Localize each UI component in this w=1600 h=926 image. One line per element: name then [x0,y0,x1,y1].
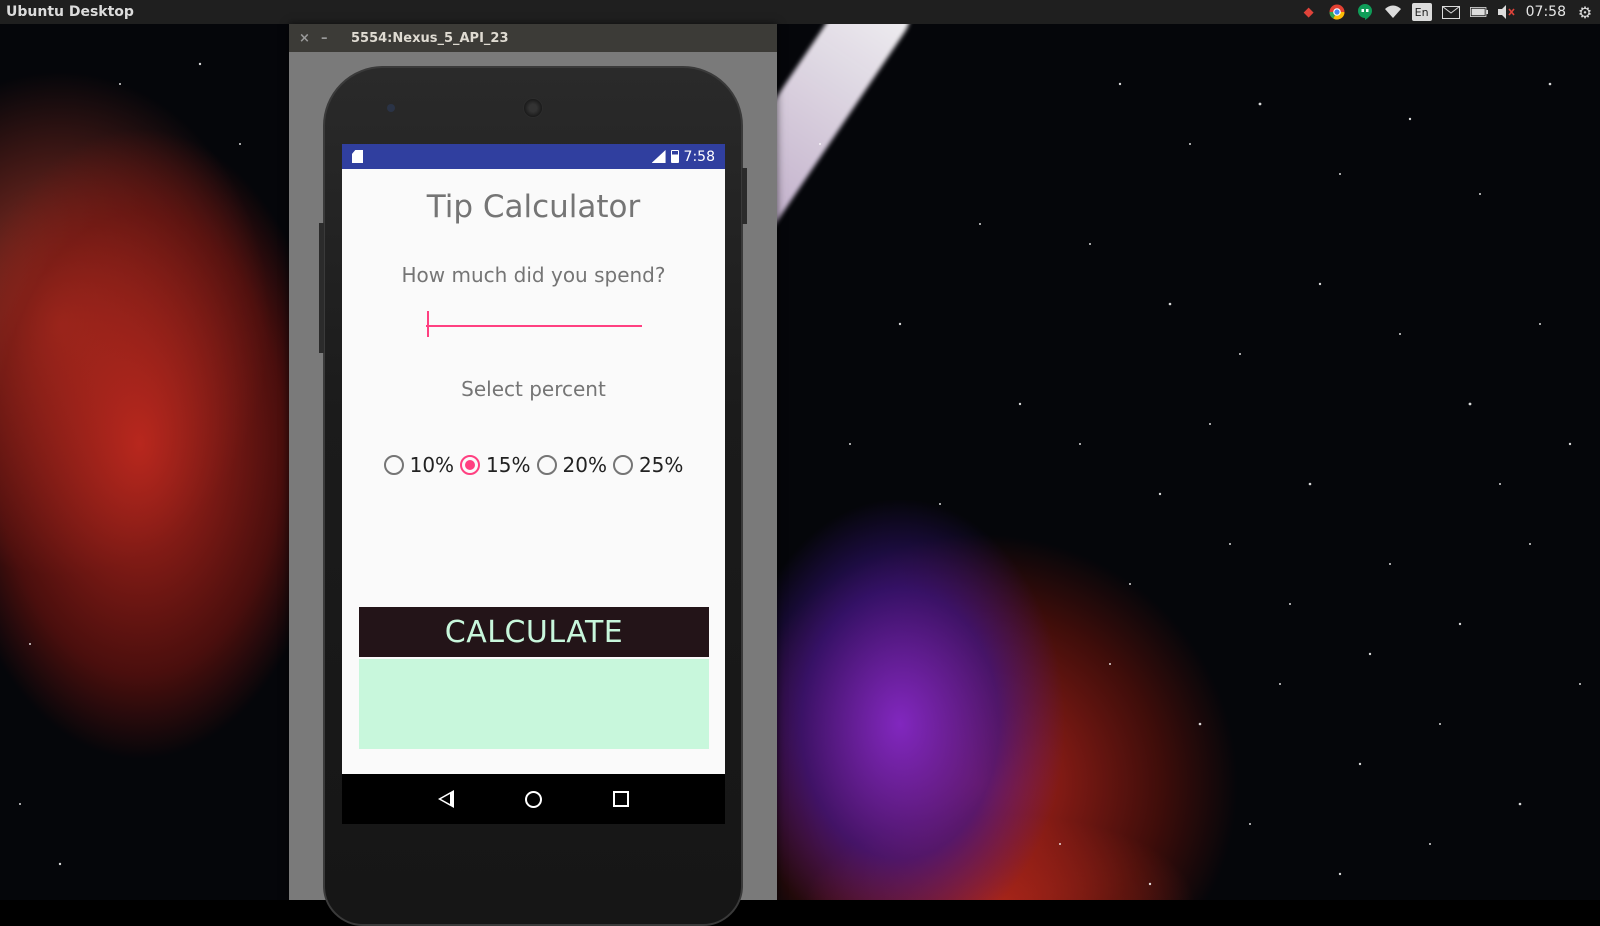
radio-button-selected[interactable] [460,455,481,475]
android-status-bar: 3G 7:58 [342,144,725,169]
radio-option-25[interactable]: 25% [612,453,684,477]
select-percent-label: Select percent [461,377,606,401]
radio-button[interactable] [383,455,404,475]
volume-button[interactable] [319,223,324,353]
phone-battery-icon [670,150,679,163]
amount-input[interactable] [425,297,642,327]
network-type-label: 3G [647,147,659,156]
text-cursor [426,311,429,337]
android-nav-bar [342,774,725,824]
app-title: Tip Calculator [426,189,641,225]
radio-label: 10% [409,453,455,477]
home-icon[interactable] [524,790,542,808]
wallpaper-stars [19,62,1581,886]
phone-screen: 3G 7:58 Tip Calculator How much did you … [342,144,725,824]
result-display [359,659,709,749]
speaker-grille-icon [523,98,543,118]
emulator-window: × – 5554:Nexus_5_API_23 3G 7:58 Tip Calc… [289,24,777,926]
sd-card-icon [352,150,363,163]
desktop-title: Ubuntu Desktop [6,4,134,20]
volume-muted-icon[interactable] [1497,3,1516,21]
radio-option-20[interactable]: 20% [536,453,607,477]
dropbox-icon[interactable]: ◆ [1300,3,1318,21]
emulator-window-title: 5554:Nexus_5_API_23 [351,30,509,46]
power-button[interactable] [742,168,747,224]
settings-gear-icon[interactable]: ⚙ [1576,3,1594,22]
desktop-wallpaper [0,0,1600,900]
radio-option-15[interactable]: 15% [460,453,531,477]
chrome-icon[interactable] [1328,3,1346,21]
amount-input-wrapper [425,297,642,337]
radio-selected-dot [465,460,476,470]
radio-button[interactable] [536,455,557,475]
cell-signal-icon: 3G [651,150,666,163]
back-icon[interactable] [437,790,454,808]
minimize-icon[interactable]: – [321,31,343,46]
front-camera-icon [387,104,395,112]
keyboard-layout-icon[interactable]: En [1411,3,1432,21]
radio-label: 15% [486,453,531,477]
panel-clock[interactable]: 07:58 [1526,4,1566,20]
battery-icon[interactable] [1469,3,1488,21]
radio-option-10[interactable]: 10% [383,453,455,477]
close-icon[interactable]: × [299,31,321,46]
phone-frame: 3G 7:58 Tip Calculator How much did you … [319,66,747,926]
top-panel: Ubuntu Desktop ◆ En 07:58 ⚙ [0,0,1600,24]
system-tray: ◆ En 07:58 ⚙ [1300,3,1594,22]
radio-label: 25% [638,453,684,477]
status-time: 7:58 [683,148,715,165]
emulator-titlebar: × – 5554:Nexus_5_API_23 [289,24,777,52]
mail-icon[interactable] [1441,3,1460,21]
radio-label: 20% [562,453,607,477]
recents-icon[interactable] [613,791,630,807]
hangouts-icon[interactable] [1356,3,1374,21]
radio-button[interactable] [612,455,633,475]
calculate-button[interactable]: CALCULATE [359,607,709,657]
percent-radio-group: 10% 15% 20% 25% [342,453,725,477]
wifi-icon[interactable] [1384,3,1402,21]
status-indicators: 3G 7:58 [651,148,715,165]
spend-prompt: How much did you spend? [401,263,666,287]
